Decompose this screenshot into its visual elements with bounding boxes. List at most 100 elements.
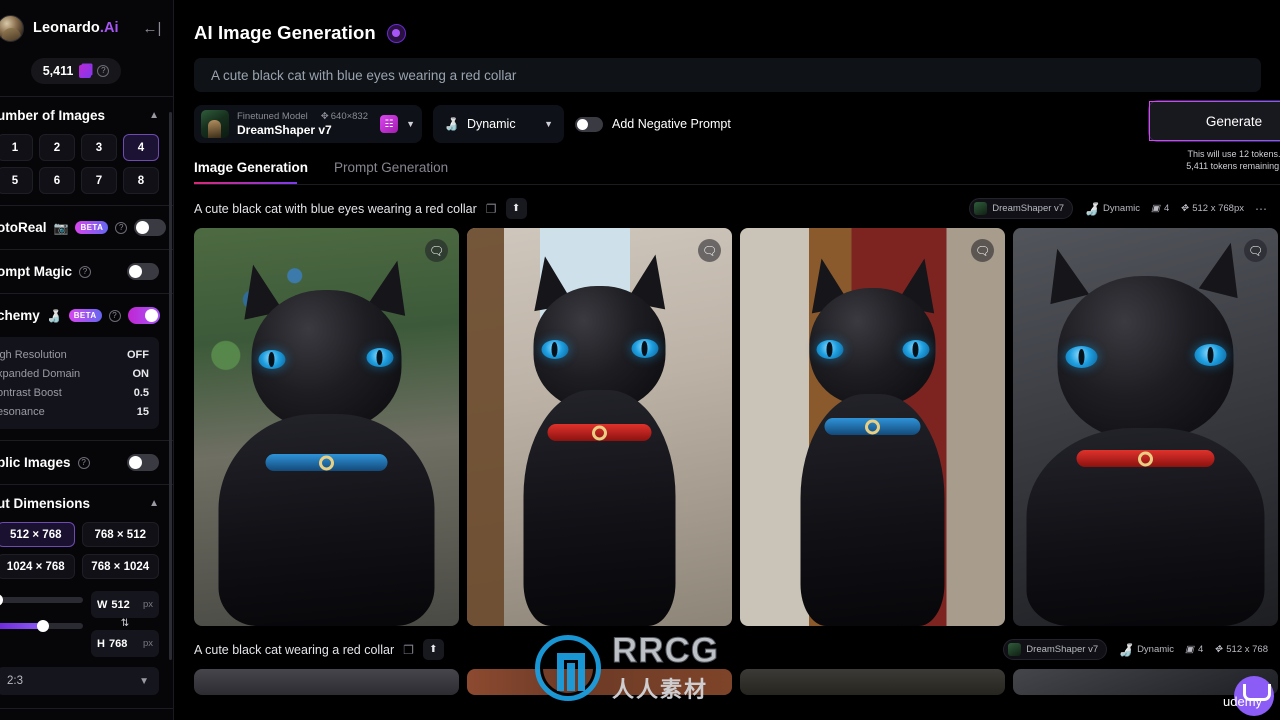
- dimension-preset-512x768[interactable]: 512 × 768: [0, 522, 75, 547]
- dimension-preset-768x512[interactable]: 768 × 512: [81, 522, 159, 547]
- image-count-8[interactable]: 8: [123, 167, 159, 194]
- question-mark-icon[interactable]: ?: [77, 456, 90, 469]
- generated-image-1[interactable]: 🗨: [194, 228, 459, 626]
- generate-button[interactable]: Generate ☝: [1149, 101, 1280, 141]
- meta-model-name: DreamShaper v7: [992, 203, 1065, 214]
- sidebar-collapse-icon[interactable]: ←|: [141, 17, 163, 39]
- photoreal-toggle[interactable]: [134, 219, 167, 236]
- model-dimensions-value: 640×832: [330, 111, 368, 122]
- token-count: 5,411: [42, 64, 74, 78]
- setting-row: esonance 15: [0, 402, 149, 421]
- height-value: 768: [108, 637, 128, 650]
- flask-icon: 🍶: [46, 308, 62, 323]
- generate-button-label: Generate: [1205, 113, 1263, 129]
- tab-prompt-generation[interactable]: Prompt Generation: [334, 160, 448, 184]
- brand-suffix: .Ai: [99, 20, 119, 36]
- dimensions-header[interactable]: ut Dimensions ▲: [0, 496, 159, 511]
- prompt-magic-label: ompt Magic: [0, 264, 73, 279]
- token-balance-pill[interactable]: 5,411 ?: [30, 58, 122, 84]
- model-tag-icon[interactable]: ☷: [380, 115, 399, 133]
- aspect-ratio-select[interactable]: 2:3 ▼: [0, 667, 159, 695]
- alchemy-beta-badge: BETA: [68, 309, 102, 322]
- question-mark-icon[interactable]: ?: [115, 221, 128, 234]
- avatar[interactable]: [0, 14, 24, 42]
- resonance-label: esonance: [0, 405, 45, 418]
- public-images-toggle[interactable]: [127, 454, 159, 471]
- generated-image-7[interactable]: [740, 669, 1005, 695]
- number-of-images-label: umber of Images: [0, 108, 106, 123]
- info-badge-icon[interactable]: [386, 23, 406, 43]
- prompt-input[interactable]: A cute black cat with blue eyes wearing …: [194, 58, 1261, 92]
- width-slider[interactable]: [0, 594, 83, 606]
- meta-preset-value: Dynamic: [1137, 644, 1175, 655]
- photoreal-label: otoReal: [0, 220, 47, 235]
- image-count-2[interactable]: 2: [39, 134, 75, 161]
- copy-icon[interactable]: ❐: [486, 202, 497, 216]
- generated-image-5[interactable]: [194, 669, 459, 695]
- active-tab-indicator: [194, 182, 297, 184]
- result-meta-1: DreamShaper v7 🍶 Dynamic ▣ 4 ✥ 512 x 768…: [969, 198, 1268, 219]
- prompt-input-value: A cute black cat with blue eyes wearing …: [211, 67, 517, 83]
- sidebar-scrollbar[interactable]: [169, 112, 172, 660]
- tab-image-generation[interactable]: Image Generation: [194, 160, 308, 184]
- meta-model-thumbnail: [974, 202, 988, 215]
- flask-icon: 🍶: [1118, 642, 1134, 657]
- controls-row: Finetuned Model ✥ 640×832 DreamShaper v7…: [194, 101, 1280, 171]
- ellipsis-icon[interactable]: ⋯: [1255, 202, 1268, 216]
- chevron-down-icon[interactable]: ▼: [139, 676, 149, 687]
- image-count-4[interactable]: 4: [123, 134, 159, 161]
- width-field[interactable]: W 512 px: [91, 591, 159, 618]
- image-count-6[interactable]: 6: [39, 167, 75, 194]
- dimension-preset-768x1024[interactable]: 768 × 1024: [81, 554, 159, 579]
- preset-selector[interactable]: 🍶 Dynamic ▼: [433, 105, 564, 143]
- watermark-title: RRCG: [611, 631, 720, 671]
- image-count-3[interactable]: 3: [81, 134, 117, 161]
- dimension-preset-1024x768[interactable]: 1024 × 768: [0, 554, 75, 579]
- move-icon: ✥: [1214, 644, 1223, 655]
- images-icon: ▣: [1150, 203, 1160, 214]
- model-name: DreamShaper v7: [237, 123, 332, 137]
- negative-prompt-toggle[interactable]: [575, 116, 603, 132]
- generated-image-4[interactable]: 🗨: [1013, 228, 1278, 626]
- chevron-up-icon[interactable]: ▲: [149, 110, 159, 121]
- watermark-text: RRCG 人人素材: [611, 631, 720, 704]
- arrow-up-icon[interactable]: ⬆: [505, 198, 527, 219]
- chevron-down-icon[interactable]: ▼: [406, 119, 415, 129]
- resonance-value: 15: [136, 405, 149, 418]
- camera-icon: 📷: [53, 220, 69, 235]
- meta-model-badge[interactable]: DreamShaper v7: [1003, 639, 1108, 660]
- image-count-7[interactable]: 7: [81, 167, 117, 194]
- swap-vertical-icon[interactable]: ⇅: [121, 618, 129, 630]
- chevron-up-icon[interactable]: ▲: [149, 498, 159, 509]
- copy-icon[interactable]: ❐: [403, 643, 414, 657]
- eye-off-icon[interactable]: 🗨: [1244, 239, 1267, 262]
- generated-image-2[interactable]: 🗨: [467, 228, 732, 626]
- result-prompt-2: A cute black cat wearing a red collar: [194, 642, 395, 657]
- height-field[interactable]: H 768 px: [91, 630, 159, 657]
- eye-off-icon[interactable]: 🗨: [971, 239, 994, 262]
- height-slider[interactable]: [0, 620, 83, 632]
- chevron-down-icon[interactable]: ▼: [544, 119, 553, 129]
- generated-image-3[interactable]: 🗨: [740, 228, 1005, 626]
- meta-model-badge[interactable]: DreamShaper v7: [969, 198, 1074, 219]
- eye-off-icon[interactable]: 🗨: [698, 239, 721, 262]
- image-count-1[interactable]: 1: [0, 134, 33, 161]
- meta-count-value: 4: [1163, 203, 1170, 214]
- alchemy-toggle[interactable]: [127, 307, 160, 324]
- eye-off-icon[interactable]: 🗨: [425, 239, 448, 262]
- setting-row: igh Resolution OFF: [0, 345, 149, 364]
- dimension-sliders: [0, 591, 83, 657]
- width-unit: px: [142, 599, 153, 610]
- negative-prompt-control: Add Negative Prompt: [575, 116, 731, 132]
- image-count-5[interactable]: 5: [0, 167, 33, 194]
- number-of-images-header[interactable]: umber of Images ▲: [0, 108, 159, 123]
- model-selector[interactable]: Finetuned Model ✥ 640×832 DreamShaper v7…: [194, 105, 422, 143]
- prompt-magic-toggle[interactable]: [127, 263, 159, 280]
- question-mark-icon[interactable]: ?: [97, 65, 110, 77]
- expanded-domain-label: xpanded Domain: [0, 367, 81, 380]
- question-mark-icon[interactable]: ?: [108, 309, 121, 322]
- meta-size: ✥ 512 x 768px: [1180, 203, 1244, 214]
- arrow-up-icon[interactable]: ⬆: [422, 639, 444, 660]
- divider: [194, 184, 1280, 185]
- question-mark-icon[interactable]: ?: [79, 265, 92, 278]
